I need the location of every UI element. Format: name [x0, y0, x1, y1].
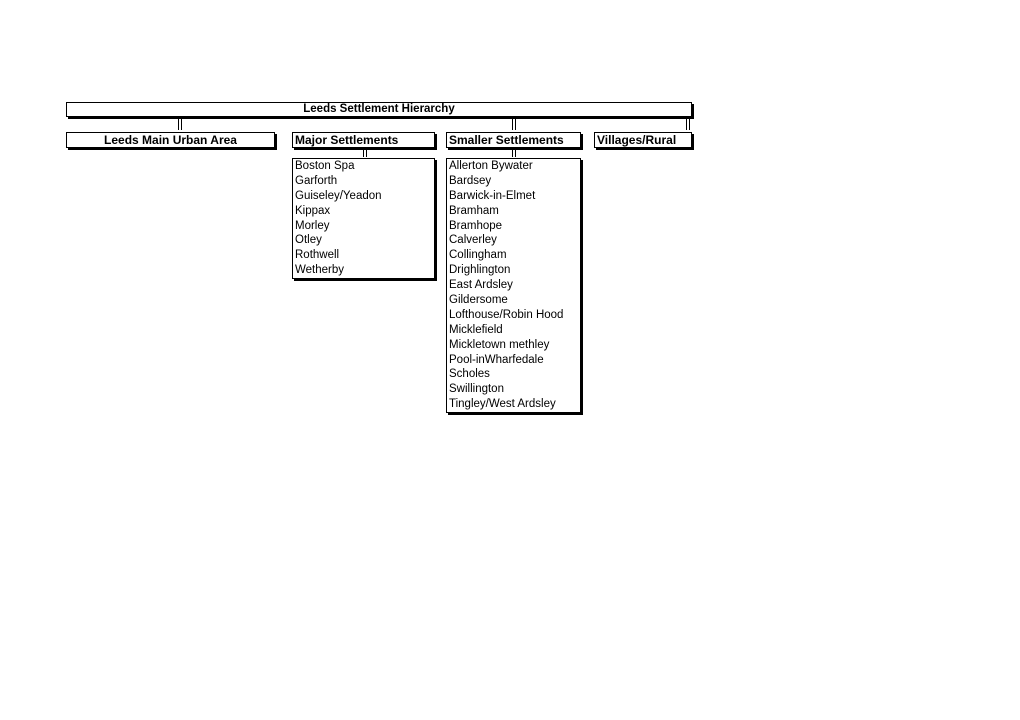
settlement-item: Barwick-in-Elmet: [449, 189, 536, 202]
settlement-item: Tingley/West Ardsley: [449, 398, 556, 411]
settlement-item: Otley: [295, 234, 322, 247]
settlement-item: Bardsey: [449, 174, 492, 187]
connector-title-to-villages: [686, 118, 690, 130]
settlement-item: Boston Spa: [295, 160, 355, 172]
settlement-item: East Ardsley: [449, 279, 513, 292]
major-settlements-list: Boston Spa Garforth Guiseley/Yeadon Kippax M…: [292, 158, 435, 279]
settlement-item: Allerton Bywater: [449, 160, 533, 172]
category-main-urban-area: Leeds Main Urban Area: [66, 132, 275, 148]
category-major-settlements: Major Settlements: [292, 132, 435, 148]
settlement-item: Mickletown methley: [449, 338, 550, 351]
connector-title-to-smaller: [512, 118, 516, 130]
settlement-item: Drighlington: [449, 264, 511, 277]
connector-major-to-list: [363, 149, 367, 157]
settlement-item: Collingham: [449, 249, 507, 262]
settlement-item: Scholes: [449, 368, 490, 381]
settlement-item: Wetherby: [295, 264, 345, 277]
settlement-item: Bramhope: [449, 219, 503, 232]
settlement-item: Bramham: [449, 204, 499, 217]
connector-smaller-to-list: [512, 149, 516, 157]
category-villages-rural: Villages/Rural: [594, 132, 692, 148]
settlement-item: Swillington: [449, 383, 504, 396]
settlement-item: Calverley: [449, 234, 497, 247]
hierarchy-title: Leeds Settlement Hierarchy: [66, 102, 692, 117]
settlement-item: Lofthouse/Robin Hood: [449, 308, 564, 321]
category-smaller-settlements: Smaller Settlements: [446, 132, 581, 148]
settlement-item: Rothwell: [295, 249, 340, 262]
settlement-item: Micklefield: [449, 323, 503, 336]
settlement-item: Guiseley/Yeadon: [295, 189, 382, 202]
settlement-item: Gildersome: [449, 294, 508, 307]
settlement-item: Morley: [295, 219, 330, 232]
smaller-settlements-list: Allerton Bywater Bardsey Barwick-in-Elmet B…: [446, 158, 581, 413]
settlement-item: Garforth: [295, 174, 338, 187]
settlement-item: Kippax: [295, 204, 331, 217]
settlement-item: Pool-inWharfedale: [449, 353, 544, 366]
connector-title-to-main-urban: [178, 118, 182, 130]
